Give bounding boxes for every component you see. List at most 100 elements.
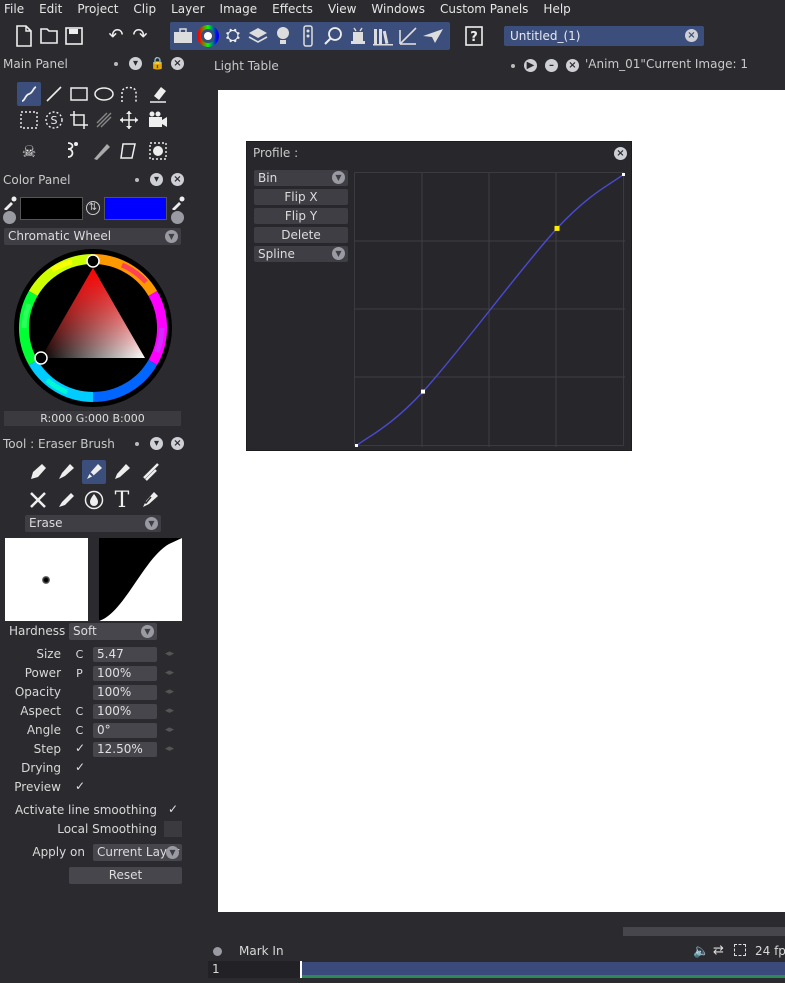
stamp-tool-icon[interactable] bbox=[92, 108, 116, 132]
step-spinner-icon[interactable]: ◂▸ bbox=[165, 744, 174, 754]
menu-clip[interactable]: Clip bbox=[133, 2, 156, 16]
menu-help[interactable]: Help bbox=[543, 2, 570, 16]
opacity-field[interactable]: 100% bbox=[93, 685, 157, 700]
loop-icon[interactable]: ⇄ bbox=[713, 943, 724, 958]
rectangle-tool-icon[interactable] bbox=[67, 82, 91, 106]
blur-tool-icon[interactable] bbox=[146, 139, 170, 163]
flip-x-button[interactable]: Flip X bbox=[254, 189, 348, 205]
airbrush-icon[interactable] bbox=[138, 460, 162, 484]
secondary-color-swatch[interactable] bbox=[104, 197, 167, 220]
panel-menu-dot-icon[interactable] bbox=[511, 64, 515, 68]
save-icon[interactable] bbox=[62, 23, 86, 49]
reset-button[interactable]: Reset bbox=[69, 867, 182, 884]
smart-select-icon[interactable]: S bbox=[42, 108, 66, 132]
frame-field[interactable]: 1 bbox=[208, 961, 300, 978]
open-file-icon[interactable] bbox=[37, 23, 61, 49]
redo-icon[interactable]: ↷ bbox=[128, 23, 152, 49]
panel-divider[interactable] bbox=[190, 55, 206, 983]
menu-view[interactable]: View bbox=[328, 2, 356, 16]
panel-menu-dot-icon[interactable] bbox=[114, 61, 118, 66]
close-panel-icon[interactable]: × bbox=[171, 173, 184, 186]
line-tool-icon[interactable] bbox=[42, 82, 66, 106]
warp-tool-icon[interactable] bbox=[60, 139, 84, 163]
delete-button[interactable]: Delete bbox=[254, 227, 348, 243]
color-mode-dropdown[interactable]: Chromatic Wheel ▼ bbox=[4, 228, 181, 245]
primary-color-swatch[interactable] bbox=[20, 197, 83, 220]
power-modifier[interactable]: P bbox=[72, 666, 87, 681]
power-field[interactable]: 100% bbox=[93, 666, 157, 681]
local-smoothing-field[interactable] bbox=[164, 821, 182, 837]
drying-checkbox[interactable]: ✓ bbox=[75, 760, 85, 774]
panel-menu-dot-icon[interactable] bbox=[135, 441, 139, 446]
light-table-icon[interactable]: ⛭ bbox=[221, 23, 245, 49]
new-file-icon[interactable] bbox=[12, 23, 36, 49]
size-field[interactable]: 5.47 bbox=[93, 647, 157, 662]
play-icon[interactable]: ▶ bbox=[524, 59, 537, 72]
hardness-dropdown[interactable]: Soft ▼ bbox=[69, 623, 157, 640]
pen-brush-icon[interactable] bbox=[26, 460, 50, 484]
angle-modifier[interactable]: C bbox=[72, 723, 87, 738]
curve-control-point[interactable] bbox=[421, 389, 425, 394]
document-tab[interactable]: Untitled_(1) × bbox=[504, 26, 704, 46]
eraser-brush-icon[interactable] bbox=[82, 460, 106, 484]
chromatic-wheel[interactable] bbox=[12, 248, 174, 408]
apply-on-dropdown[interactable]: Current Layer ▼ bbox=[93, 844, 182, 861]
lasso-select-icon[interactable] bbox=[17, 108, 41, 132]
minimize-panel-icon[interactable]: ▾ bbox=[129, 57, 142, 70]
profile-curve-graph[interactable] bbox=[354, 172, 626, 448]
eraser-tool-icon[interactable] bbox=[146, 82, 170, 106]
bulb-icon[interactable] bbox=[271, 23, 295, 49]
timeline-track[interactable] bbox=[301, 962, 785, 976]
angle-field[interactable]: 0° bbox=[93, 723, 157, 738]
power-spinner-icon[interactable]: ◂▸ bbox=[165, 668, 174, 678]
scrollbar-thumb[interactable] bbox=[623, 927, 785, 936]
fill-drop-icon[interactable] bbox=[82, 488, 106, 512]
aspect-modifier[interactable]: C bbox=[72, 704, 87, 719]
close-panel-icon[interactable]: × bbox=[566, 59, 579, 72]
smudge-tool-icon[interactable] bbox=[90, 139, 114, 163]
magic-hat-icon[interactable] bbox=[346, 23, 370, 49]
minimize-panel-icon[interactable]: – bbox=[545, 59, 558, 72]
close-document-icon[interactable]: × bbox=[685, 29, 698, 42]
curve-control-point[interactable] bbox=[622, 172, 626, 176]
blend-mode-dropdown[interactable]: Erase ▼ bbox=[25, 515, 161, 532]
library-icon[interactable] bbox=[371, 23, 395, 49]
search-icon[interactable] bbox=[321, 23, 345, 49]
swatch-options-left-icon[interactable] bbox=[3, 211, 16, 224]
toolbox-icon[interactable] bbox=[171, 23, 195, 49]
marker-brush-icon[interactable] bbox=[54, 460, 78, 484]
menu-project[interactable]: Project bbox=[77, 2, 118, 16]
crop-tool-icon[interactable] bbox=[67, 108, 91, 132]
swap-colors-icon[interactable]: ⇅ bbox=[86, 201, 100, 215]
eyedropper-left-icon[interactable] bbox=[3, 196, 17, 211]
ruler-icon[interactable] bbox=[396, 23, 420, 49]
bin-dropdown[interactable]: Bin ▼ bbox=[254, 170, 348, 186]
spline-dropdown[interactable]: Spline ▼ bbox=[254, 246, 348, 262]
close-panel-icon[interactable]: × bbox=[171, 437, 184, 450]
aspect-field[interactable]: 100% bbox=[93, 704, 157, 719]
minimize-panel-icon[interactable]: ▾ bbox=[150, 173, 163, 186]
size-modifier[interactable]: C bbox=[72, 647, 87, 662]
timeline-options-icon[interactable] bbox=[213, 947, 222, 956]
preview-checkbox[interactable]: ✓ bbox=[75, 779, 85, 793]
menu-effects[interactable]: Effects bbox=[272, 2, 313, 16]
menu-custom-panels[interactable]: Custom Panels bbox=[440, 2, 528, 16]
line-smoothing-checkbox[interactable]: ✓ bbox=[168, 802, 178, 816]
swatch-options-right-icon[interactable] bbox=[171, 211, 184, 224]
menu-image[interactable]: Image bbox=[220, 2, 258, 16]
skull-tool-icon[interactable]: ☠ bbox=[17, 139, 41, 163]
horizontal-scrollbar[interactable] bbox=[218, 925, 785, 938]
curve-tool-icon[interactable] bbox=[117, 82, 141, 106]
step-field[interactable]: 12.50% bbox=[93, 742, 157, 757]
layers-icon[interactable] bbox=[246, 23, 270, 49]
pencil-brush-icon[interactable] bbox=[54, 488, 78, 512]
ink-brush-icon[interactable] bbox=[110, 460, 134, 484]
size-spinner-icon[interactable]: ◂▸ bbox=[165, 649, 174, 659]
move-tool-icon[interactable] bbox=[117, 108, 141, 132]
step-checkbox[interactable]: ✓ bbox=[75, 741, 85, 755]
eyedropper-right-icon[interactable] bbox=[171, 196, 185, 211]
lock-icon[interactable]: 🔒 bbox=[150, 57, 165, 70]
menu-edit[interactable]: Edit bbox=[39, 2, 62, 16]
close-panel-icon[interactable]: × bbox=[171, 57, 184, 70]
undo-icon[interactable]: ↶ bbox=[104, 23, 128, 49]
